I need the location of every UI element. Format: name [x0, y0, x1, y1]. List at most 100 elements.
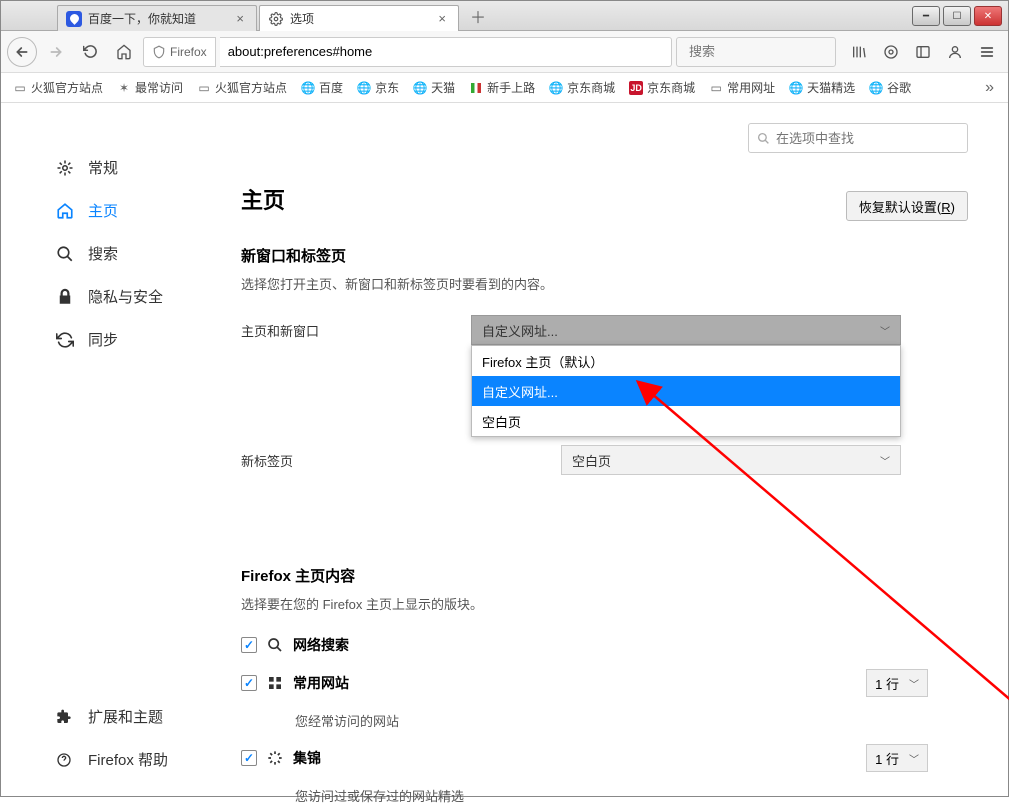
- sidebar-label: 扩展和主题: [88, 706, 163, 727]
- sidebar-label: 常规: [88, 157, 118, 178]
- checkbox-highlights[interactable]: ✓: [241, 750, 257, 766]
- sync-icon: [56, 331, 76, 349]
- sidebar-item-general[interactable]: 常规: [45, 151, 231, 184]
- bookmark-item[interactable]: ✶最常访问: [111, 77, 189, 98]
- checkbox-topsites[interactable]: ✓: [241, 675, 257, 691]
- restore-defaults-button[interactable]: 恢复默认设置(R): [846, 191, 968, 221]
- gear-icon: [268, 11, 284, 27]
- help-icon: [56, 752, 76, 768]
- sidebar-label: 主页: [88, 200, 118, 221]
- bookmarks-overflow-button[interactable]: »: [977, 79, 1002, 97]
- homepage-label: 主页和新窗口: [241, 321, 471, 340]
- library-button[interactable]: [844, 37, 874, 67]
- find-in-prefs-box[interactable]: [748, 123, 968, 153]
- puzzle-icon: [56, 709, 76, 725]
- newtab-selected-value: 空白页: [572, 451, 611, 470]
- sidebar-item-search[interactable]: 搜索: [45, 237, 231, 270]
- window-minimize-button[interactable]: ━: [912, 6, 940, 26]
- account-button[interactable]: [940, 37, 970, 67]
- sparkle-icon: [267, 750, 283, 766]
- search-input[interactable]: [689, 44, 865, 59]
- homepage-select[interactable]: 自定义网址... ﹀: [471, 315, 901, 345]
- sidebar-item-help[interactable]: Firefox 帮助: [45, 743, 231, 776]
- bookmark-item[interactable]: ▭常用网址: [703, 77, 781, 98]
- home-button[interactable]: [109, 37, 139, 67]
- globe-icon: 🌐: [789, 81, 803, 95]
- search-bar[interactable]: [676, 37, 836, 67]
- search-icon: [56, 245, 76, 263]
- window-close-button[interactable]: ✕: [974, 6, 1002, 26]
- url-bar[interactable]: [220, 37, 672, 67]
- reload-button[interactable]: [75, 37, 105, 67]
- homepage-selected-value: 自定义网址...: [482, 321, 558, 340]
- bookmark-item[interactable]: JD京东商城: [623, 77, 701, 98]
- checkbox-websearch[interactable]: ✓: [241, 637, 257, 653]
- chevron-down-icon: ﹀: [880, 323, 890, 338]
- search-icon: [267, 637, 283, 653]
- topsites-rows-select[interactable]: 1 行﹀: [866, 669, 928, 697]
- globe-icon: 🌐: [301, 81, 315, 95]
- app-menu-button[interactable]: [972, 37, 1002, 67]
- check-label: 常用网站: [293, 673, 349, 693]
- dropdown-option-blank[interactable]: 空白页: [472, 406, 900, 436]
- bookmarks-toolbar: ▭火狐官方站点 ✶最常访问 ▭火狐官方站点 🌐百度 🌐京东 🌐天猫 新手上路 🌐…: [1, 73, 1008, 103]
- bookmark-item[interactable]: 🌐京东商城: [543, 77, 621, 98]
- window-maximize-button[interactable]: ☐: [943, 6, 971, 26]
- sidebar-item-home[interactable]: 主页: [45, 194, 231, 227]
- baidu-favicon: [66, 11, 82, 27]
- dropdown-option-default[interactable]: Firefox 主页（默认）: [472, 346, 900, 376]
- topsites-sub: 您经常访问的网站: [295, 711, 968, 730]
- newtab-select[interactable]: 空白页 ﹀: [561, 445, 901, 475]
- folder-icon: ▭: [13, 81, 27, 95]
- bookmark-item[interactable]: ▭火狐官方站点: [7, 77, 109, 98]
- window-titlebar: 百度一下，你就知道 × 选项 × ＋ ━ ☐ ✕: [1, 1, 1008, 31]
- dropdown-option-custom[interactable]: 自定义网址...: [472, 376, 900, 406]
- bookmark-item[interactable]: 🌐京东: [351, 77, 405, 98]
- sidebar-item-sync[interactable]: 同步: [45, 323, 231, 356]
- forward-button[interactable]: [41, 37, 71, 67]
- check-label: 集锦: [293, 748, 321, 768]
- homepage-dropdown: Firefox 主页（默认） 自定义网址... 空白页: [471, 345, 901, 437]
- sidebar-item-privacy[interactable]: 隐私与安全: [45, 280, 231, 313]
- chevron-down-icon: ﹀: [880, 453, 890, 468]
- tab-baidu[interactable]: 百度一下，你就知道 ×: [57, 5, 257, 31]
- check-row-topsites: ✓ 常用网站 1 行﹀: [241, 669, 968, 697]
- highlights-rows-select[interactable]: 1 行﹀: [866, 744, 928, 772]
- search-icon: [757, 132, 770, 145]
- back-button[interactable]: [7, 37, 37, 67]
- prefs-content: 主页 恢复默认设置(R) 新窗口和标签页 选择您打开主页、新窗口和新标签页时要看…: [231, 103, 1008, 796]
- chevron-down-icon: ﹀: [909, 676, 919, 691]
- nav-toolbar: Firefox: [1, 31, 1008, 73]
- flag-icon: [469, 81, 483, 95]
- site-identity-box[interactable]: Firefox: [143, 37, 216, 67]
- new-tab-button[interactable]: ＋: [465, 5, 491, 27]
- highlights-sub: 您访问过或保存过的网站精选: [295, 786, 968, 805]
- tab-title: 选项: [290, 10, 428, 27]
- identity-label: Firefox: [170, 45, 207, 59]
- check-row-highlights: ✓ 集锦 1 行﹀: [241, 744, 968, 772]
- tab-close-icon[interactable]: ×: [232, 11, 248, 26]
- bookmark-item[interactable]: 🌐谷歌: [863, 77, 917, 98]
- prefs-sidebar: 常规 主页 搜索 隐私与安全 同步 扩展和主题 Firefox 帮助: [1, 103, 231, 796]
- new-windows-desc: 选择您打开主页、新窗口和新标签页时要看到的内容。: [241, 274, 968, 293]
- sidebar-item-addons[interactable]: 扩展和主题: [45, 700, 231, 733]
- tab-close-icon[interactable]: ×: [434, 11, 450, 26]
- pocket-button[interactable]: [876, 37, 906, 67]
- folder-icon: ▭: [709, 81, 723, 95]
- lock-icon: [56, 288, 76, 306]
- folder-icon: ▭: [197, 81, 211, 95]
- sidebars-button[interactable]: [908, 37, 938, 67]
- bookmark-item[interactable]: 🌐百度: [295, 77, 349, 98]
- bookmark-item[interactable]: 新手上路: [463, 77, 541, 98]
- gear-icon: [56, 159, 76, 177]
- grid-icon: [267, 675, 283, 691]
- browser-tabs: 百度一下，你就知道 × 选项 × ＋: [57, 5, 491, 31]
- section-fx-content: Firefox 主页内容: [241, 565, 968, 586]
- globe-icon: 🌐: [549, 81, 563, 95]
- find-input[interactable]: [776, 131, 959, 146]
- tab-preferences[interactable]: 选项 ×: [259, 5, 459, 31]
- bookmark-item[interactable]: ▭火狐官方站点: [191, 77, 293, 98]
- check-row-websearch: ✓ 网络搜索: [241, 635, 968, 655]
- bookmark-item[interactable]: 🌐天猫: [407, 77, 461, 98]
- bookmark-item[interactable]: 🌐天猫精选: [783, 77, 861, 98]
